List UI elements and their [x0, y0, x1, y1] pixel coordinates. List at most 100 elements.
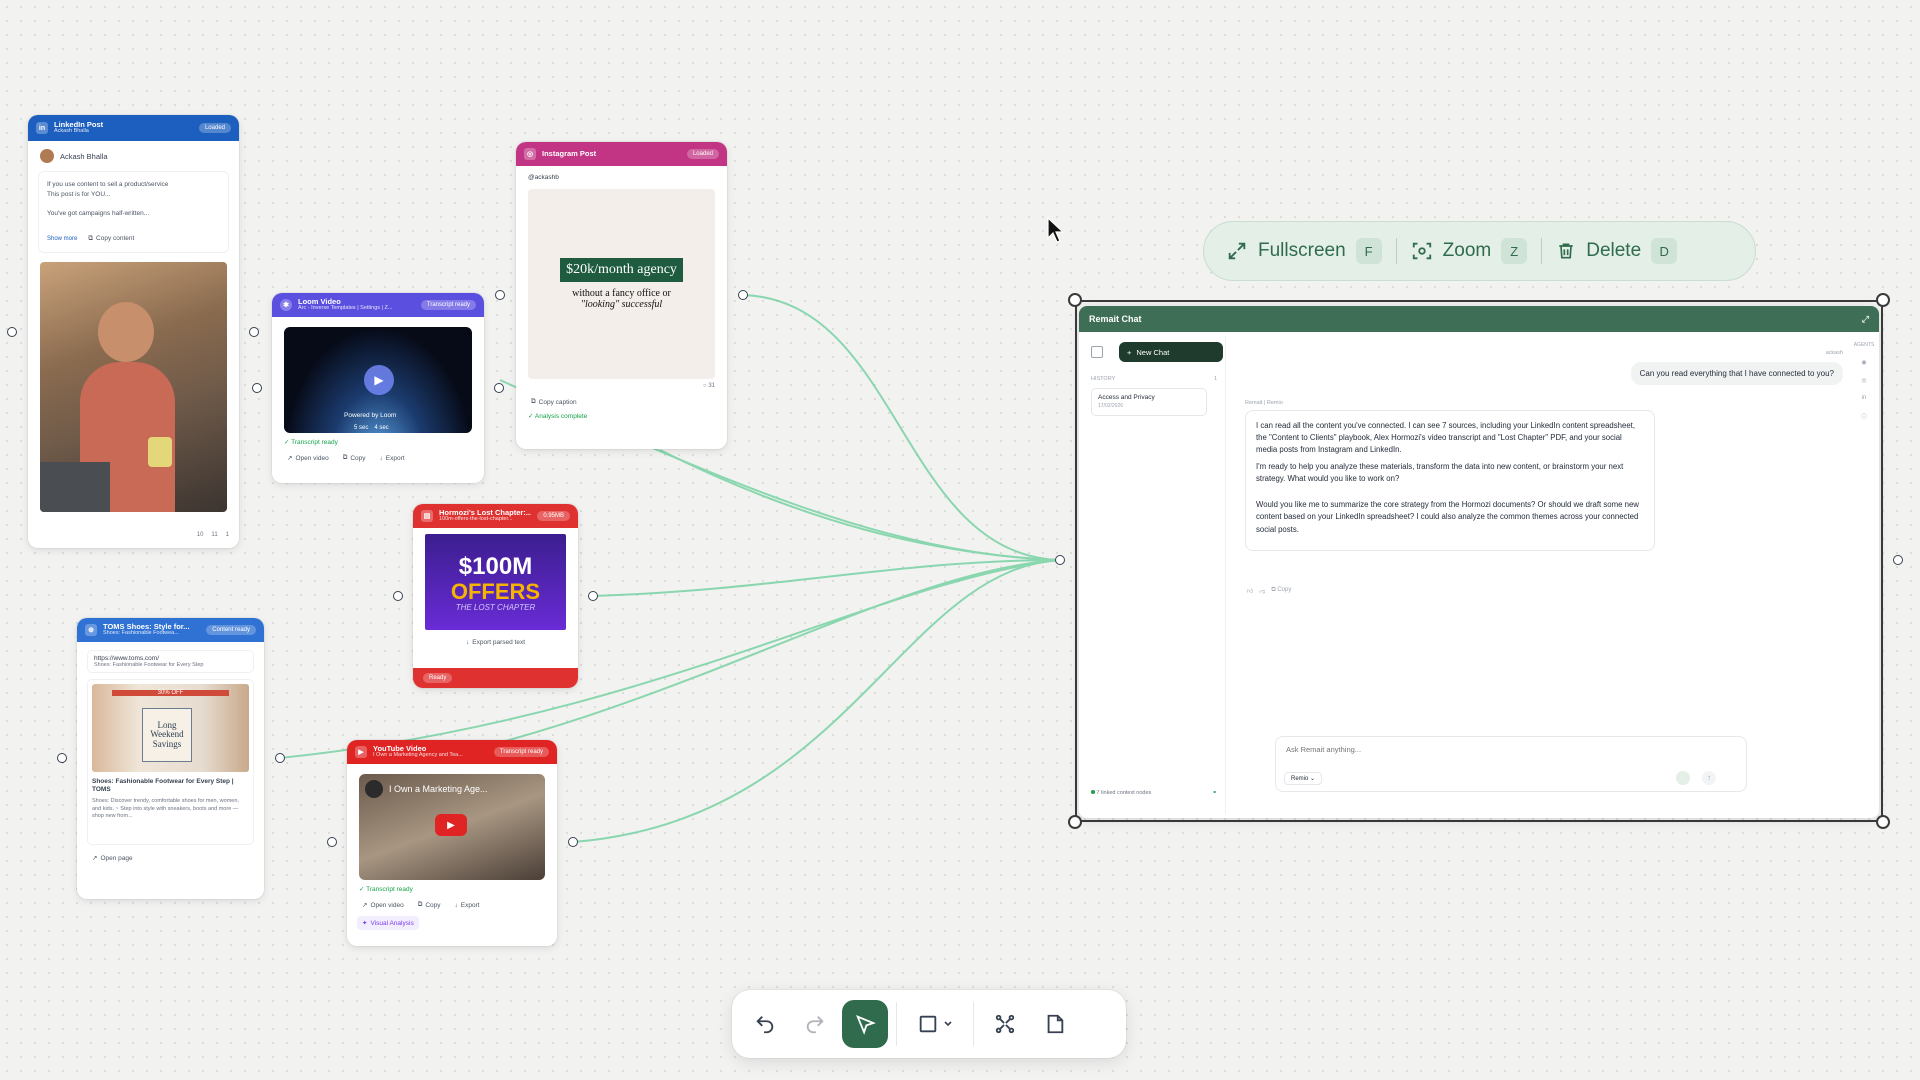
copy-caption-button[interactable]: ⧉ Copy caption	[526, 395, 582, 409]
handle[interactable]	[7, 327, 17, 337]
promo-banner: 30% OFF	[112, 690, 229, 696]
instagram-icon[interactable]: ◎	[1861, 377, 1866, 384]
post-text-box: If you use content to sell a product/ser…	[38, 171, 229, 253]
thumbs-up-icon[interactable]: 👍︎	[1247, 587, 1253, 595]
button-label: Visual Analysis	[370, 919, 414, 927]
handle[interactable]	[1055, 555, 1065, 565]
mic-icon[interactable]	[1676, 771, 1690, 785]
linkedin-icon[interactable]: in	[1862, 395, 1867, 401]
handle[interactable]	[57, 753, 67, 763]
expand-icon[interactable]: ⤢	[1862, 314, 1869, 325]
resize-handle[interactable]	[1068, 815, 1082, 829]
instagram-card-header[interactable]: ◎ Instagram Post Loaded	[516, 142, 727, 166]
button-label: Delete	[1586, 240, 1642, 261]
youtube-thumbnail[interactable]: I Own a Marketing Age... ▶	[359, 774, 545, 880]
card-subtitle: 100m-offers-the-lost-chapter...	[439, 516, 513, 523]
play-icon[interactable]: ▶	[435, 814, 467, 836]
linkedin-card[interactable]: in LinkedIn Post Ackash Bhalla Loaded Ack…	[28, 115, 239, 548]
chat-input-box[interactable]: Remio ⌄ ↑	[1275, 736, 1747, 792]
fullscreen-button[interactable]: Fullscreen F	[1226, 238, 1382, 264]
square-icon	[919, 1015, 937, 1033]
eye-icon[interactable]: ◉	[1861, 359, 1866, 366]
select-tool-button[interactable]	[842, 1000, 888, 1048]
youtube-card-header[interactable]: ▶ YouTube Video I Own a Marketing Agency …	[347, 740, 557, 764]
handle[interactable]	[588, 591, 598, 601]
handle[interactable]	[393, 591, 403, 601]
model-select[interactable]: Remio ⌄	[1284, 772, 1323, 785]
play-icon[interactable]: ▶	[364, 365, 394, 395]
delete-button[interactable]: Delete D	[1556, 238, 1678, 264]
pdf-cover: $100M OFFERS THE LOST CHAPTER	[425, 534, 566, 630]
link-icon[interactable]: ⚭	[1212, 790, 1217, 796]
handle[interactable]	[568, 837, 578, 847]
export-parsed-text-button[interactable]: ↓ Export parsed text	[461, 636, 530, 649]
thumbs-down-icon[interactable]: 👎︎	[1259, 587, 1265, 595]
channel-avatar	[365, 780, 383, 798]
export-button[interactable]: ↓ Export	[450, 898, 485, 912]
instagram-card[interactable]: ◎ Instagram Post Loaded @ackashb $20k/mo…	[516, 142, 727, 449]
resize-handle[interactable]	[1068, 293, 1082, 307]
open-video-button[interactable]: ↗ Open video	[357, 898, 409, 912]
shape-tool-button[interactable]	[905, 1000, 965, 1048]
pdf-card-header[interactable]: ▤ Hormozi's Lost Chapter:... 100m-offers-…	[413, 504, 578, 528]
handle[interactable]	[275, 753, 285, 763]
chat-input[interactable]	[1286, 745, 1726, 754]
copy-message-button[interactable]: ⧉ Copy	[1271, 587, 1291, 595]
connect-tool-button[interactable]	[982, 1000, 1028, 1048]
zoom-button[interactable]: Zoom Z	[1411, 238, 1528, 264]
redo-button[interactable]	[792, 1000, 838, 1048]
note-tool-button[interactable]	[1032, 1000, 1078, 1048]
handle[interactable]	[252, 383, 262, 393]
resize-handle[interactable]	[1876, 815, 1890, 829]
export-button[interactable]: ↓ Export	[375, 451, 410, 465]
info-icon[interactable]: ⓘ	[1861, 412, 1867, 421]
page-preview: 30% OFF Long Weekend Savings Shoes: Fash…	[87, 679, 254, 845]
open-video-button[interactable]: ↗ Open video	[282, 451, 334, 465]
loom-card[interactable]: ✱ Loom Video Arc - Inverse Templates | Se…	[272, 293, 484, 483]
chat-title: Remait Chat	[1089, 314, 1142, 324]
show-more-link[interactable]: Show more	[47, 235, 77, 245]
copy-button[interactable]: ⧉ Copy	[338, 451, 371, 465]
handle[interactable]	[738, 290, 748, 300]
edge-instagram	[742, 294, 1061, 561]
handle[interactable]	[495, 290, 505, 300]
pdf-icon: ▤	[421, 510, 433, 522]
history-item[interactable]: Access and Privacy 17/02/2026	[1091, 388, 1207, 416]
copy-content-button[interactable]: ⧉ Copy content	[83, 231, 139, 247]
undo-button[interactable]	[742, 1000, 788, 1048]
chat-header[interactable]: Remait Chat ⤢	[1079, 306, 1879, 332]
page-url: https://www.toms.com/	[94, 655, 160, 662]
linkedin-icon: in	[36, 122, 48, 134]
new-chat-button[interactable]: + New Chat	[1119, 342, 1223, 362]
pdf-footer: Ready	[413, 668, 578, 688]
ai-name: Remait | Remio	[1245, 400, 1283, 406]
handle[interactable]	[249, 327, 259, 337]
resize-handle[interactable]	[1876, 293, 1890, 307]
handle[interactable]	[494, 383, 504, 393]
chat-window[interactable]: Remait Chat ⤢ + New Chat HISTORY 1 Acces…	[1079, 306, 1879, 818]
youtube-card[interactable]: ▶ YouTube Video I Own a Marketing Agency …	[347, 740, 557, 946]
toms-card-header[interactable]: ⊕ TOMS Shoes: Style for... Shoes: Fashion…	[77, 618, 264, 642]
loom-icon: ✱	[280, 299, 292, 311]
author-row: Ackash Bhalla	[28, 141, 239, 171]
linkedin-card-header[interactable]: in LinkedIn Post Ackash Bhalla Loaded	[28, 115, 239, 141]
shortcut-key: F	[1355, 238, 1382, 264]
loom-video-thumbnail[interactable]: ▶ Powered by Loom 5 sec 4 sec	[284, 327, 472, 433]
send-icon[interactable]: ↑	[1702, 771, 1716, 785]
toms-card[interactable]: ⊕ TOMS Shoes: Style for... Shoes: Fashion…	[77, 618, 264, 899]
sidebar-toggle-icon[interactable]	[1091, 346, 1103, 358]
node-hover-toolbar: Fullscreen F Zoom Z Delete D	[1203, 221, 1756, 281]
globe-icon: ⊕	[85, 624, 97, 636]
loom-card-header[interactable]: ✱ Loom Video Arc - Inverse Templates | Se…	[272, 293, 484, 317]
handle[interactable]	[1893, 555, 1903, 565]
focus-icon	[1412, 242, 1431, 260]
duration: 5 sec	[354, 425, 369, 431]
pdf-card[interactable]: ▤ Hormozi's Lost Chapter:... 100m-offers-…	[413, 504, 578, 688]
cover-subtitle: THE LOST CHAPTER	[455, 602, 536, 612]
visual-analysis-button[interactable]: ✦ Visual Analysis	[357, 916, 419, 930]
handle[interactable]	[327, 837, 337, 847]
copy-button[interactable]: ⧉ Copy	[413, 898, 446, 912]
open-page-button[interactable]: ↗ Open page	[87, 851, 138, 865]
post-line: If you use content to sell a product/ser…	[47, 181, 169, 188]
copy-icon: ⧉	[342, 454, 348, 461]
